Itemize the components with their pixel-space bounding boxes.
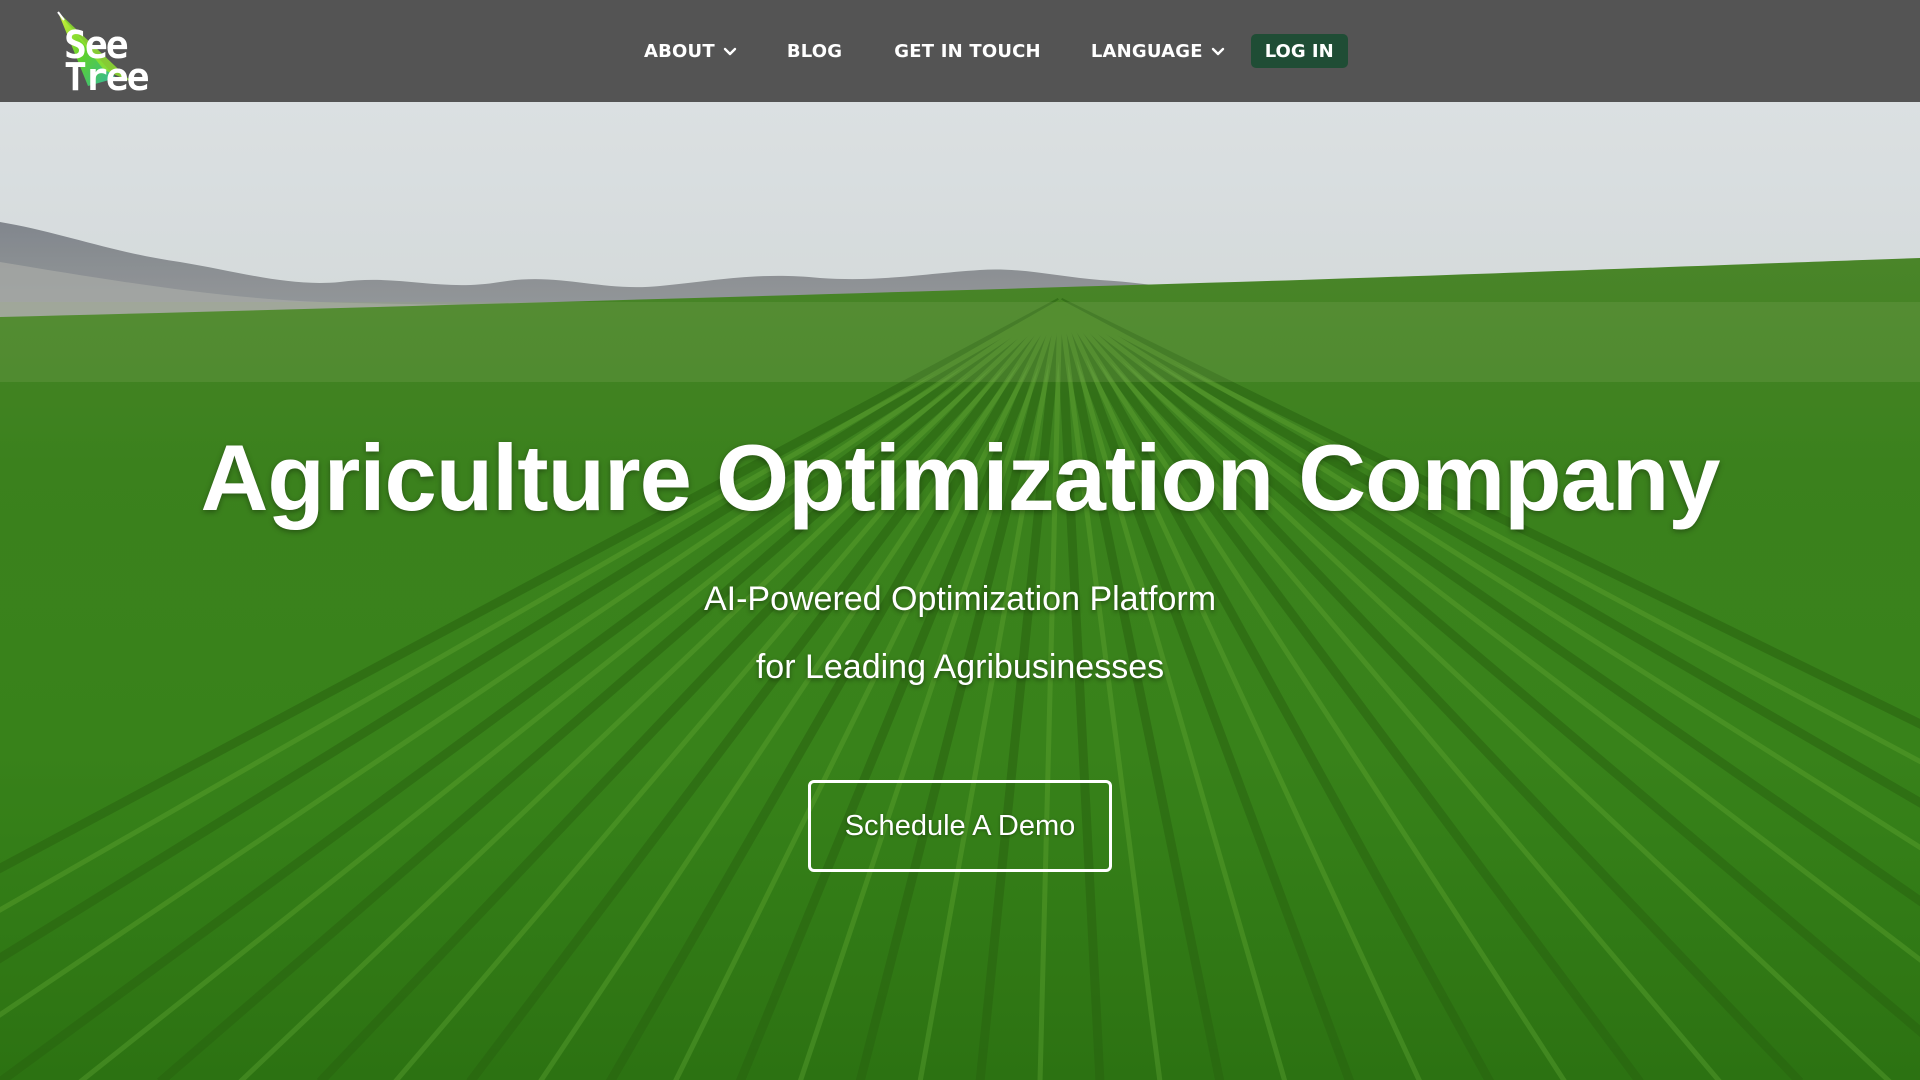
login-button[interactable]: LOG IN [1250, 34, 1348, 68]
nav-about-label: ABOUT [644, 40, 715, 62]
hero-subtitle-line1: AI-Powered Optimization Platform [703, 580, 1217, 618]
schedule-demo-button[interactable]: Schedule A Demo [808, 780, 1112, 872]
nav-language-label: LANGUAGE [1090, 40, 1203, 62]
nav-language[interactable]: LANGUAGE [1091, 34, 1225, 68]
site-header: See Tree ABOUT BLOG GET IN TOUCH LANGUAG… [0, 0, 1920, 102]
hero-subtitle-line2: for Leading Agribusinesses [755, 648, 1165, 686]
logo-text-tree: Tree [64, 55, 150, 99]
nav-get-in-touch-label: GET IN TOUCH [894, 40, 1041, 62]
hero-title: Agriculture Optimization Company [200, 425, 1720, 530]
seetree-logo[interactable]: See Tree [56, 10, 171, 96]
nav-get-in-touch[interactable]: GET IN TOUCH [894, 34, 1041, 68]
nav-blog-label: BLOG [786, 40, 843, 62]
nav-about[interactable]: ABOUT [644, 34, 737, 68]
hero-section: Agriculture Optimization Company AI-Powe… [0, 102, 1920, 1080]
chevron-down-icon [723, 47, 737, 56]
chevron-down-icon [1211, 47, 1224, 56]
nav-blog[interactable]: BLOG [787, 34, 842, 68]
main-nav: ABOUT BLOG GET IN TOUCH LANGUAGE LOG IN [628, 34, 1348, 68]
